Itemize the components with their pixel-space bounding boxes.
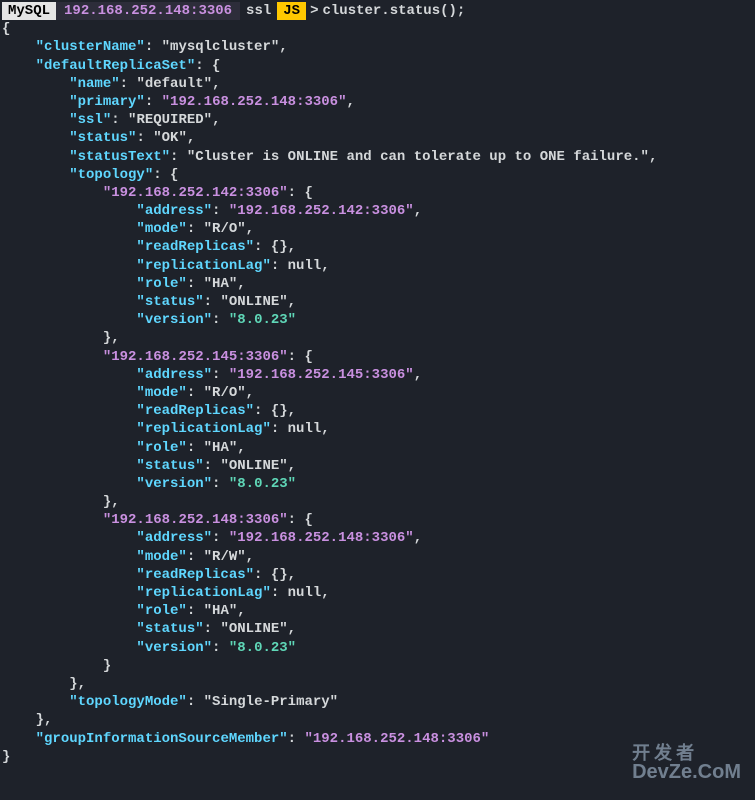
prompt-caret: >	[306, 2, 322, 20]
val-node1-address: "192.168.252.142:3306"	[229, 203, 414, 219]
key-role: "role"	[136, 603, 186, 619]
key-replicationlag: "replicationLag"	[136, 258, 270, 274]
mysql-badge: MySQL	[2, 2, 56, 20]
val-node1-mode: "R/O"	[204, 221, 246, 237]
key-ssl: "ssl"	[69, 112, 111, 128]
val-null: null	[288, 421, 322, 437]
val-status-online: "ONLINE"	[220, 458, 287, 474]
key-address: "address"	[136, 530, 212, 546]
key-version: "version"	[136, 312, 212, 328]
key-mode: "mode"	[136, 385, 186, 401]
key-topologymode: "topologyMode"	[69, 694, 187, 710]
val-null: null	[288, 258, 322, 274]
command-text: cluster.status();	[322, 2, 465, 20]
val-ssl: "REQUIRED"	[128, 112, 212, 128]
val-topologymode: "Single-Primary"	[204, 694, 338, 710]
key-address: "address"	[136, 367, 212, 383]
val-role: "HA"	[204, 440, 238, 456]
val-null: null	[288, 585, 322, 601]
val-role: "HA"	[204, 603, 238, 619]
key-role: "role"	[136, 440, 186, 456]
shell-prompt[interactable]: MySQL 192.168.252.148:3306 ssl JS > clus…	[2, 2, 753, 20]
key-groupinfo: "groupInformationSourceMember"	[36, 731, 288, 747]
json-output: { "clusterName": "mysqlcluster", "defaul…	[2, 20, 753, 766]
key-status: "status"	[69, 130, 136, 146]
val-node3-mode: "R/W"	[204, 549, 246, 565]
ssl-badge: ssl	[240, 2, 277, 20]
key-mode: "mode"	[136, 549, 186, 565]
key-status: "status"	[136, 621, 203, 637]
val-statustext: "Cluster is ONLINE and can tolerate up t…	[187, 149, 649, 165]
key-address: "address"	[136, 203, 212, 219]
key-clustername: "clusterName"	[36, 39, 145, 55]
val-status: "OK"	[153, 130, 187, 146]
val-version: "8.0.23"	[229, 476, 296, 492]
key-replicationlag: "replicationLag"	[136, 421, 270, 437]
val-node2-mode: "R/O"	[204, 385, 246, 401]
key-node2: "192.168.252.145:3306"	[103, 349, 288, 365]
host-badge: 192.168.252.148:3306	[56, 2, 240, 20]
key-topology: "topology"	[69, 167, 153, 183]
val-version: "8.0.23"	[229, 640, 296, 656]
key-name: "name"	[69, 76, 119, 92]
key-status: "status"	[136, 458, 203, 474]
key-version: "version"	[136, 640, 212, 656]
js-badge: JS	[277, 2, 306, 20]
val-primary: "192.168.252.148:3306"	[162, 94, 347, 110]
key-readreplicas: "readReplicas"	[136, 567, 254, 583]
val-node2-address: "192.168.252.145:3306"	[229, 367, 414, 383]
val-groupinfo: "192.168.252.148:3306"	[304, 731, 489, 747]
key-statustext: "statusText"	[69, 149, 170, 165]
key-node1: "192.168.252.142:3306"	[103, 185, 288, 201]
key-status: "status"	[136, 294, 203, 310]
val-version: "8.0.23"	[229, 312, 296, 328]
key-node3: "192.168.252.148:3306"	[103, 512, 288, 528]
key-replicationlag: "replicationLag"	[136, 585, 270, 601]
key-readreplicas: "readReplicas"	[136, 403, 254, 419]
val-clustername: "mysqlcluster"	[162, 39, 280, 55]
val-node3-address: "192.168.252.148:3306"	[229, 530, 414, 546]
val-name: "default"	[136, 76, 212, 92]
key-defaultreplicaset: "defaultReplicaSet"	[36, 58, 196, 74]
val-status-online: "ONLINE"	[220, 621, 287, 637]
val-status-online: "ONLINE"	[220, 294, 287, 310]
key-version: "version"	[136, 476, 212, 492]
val-role: "HA"	[204, 276, 238, 292]
key-primary: "primary"	[69, 94, 145, 110]
key-readreplicas: "readReplicas"	[136, 239, 254, 255]
key-role: "role"	[136, 276, 186, 292]
key-mode: "mode"	[136, 221, 186, 237]
